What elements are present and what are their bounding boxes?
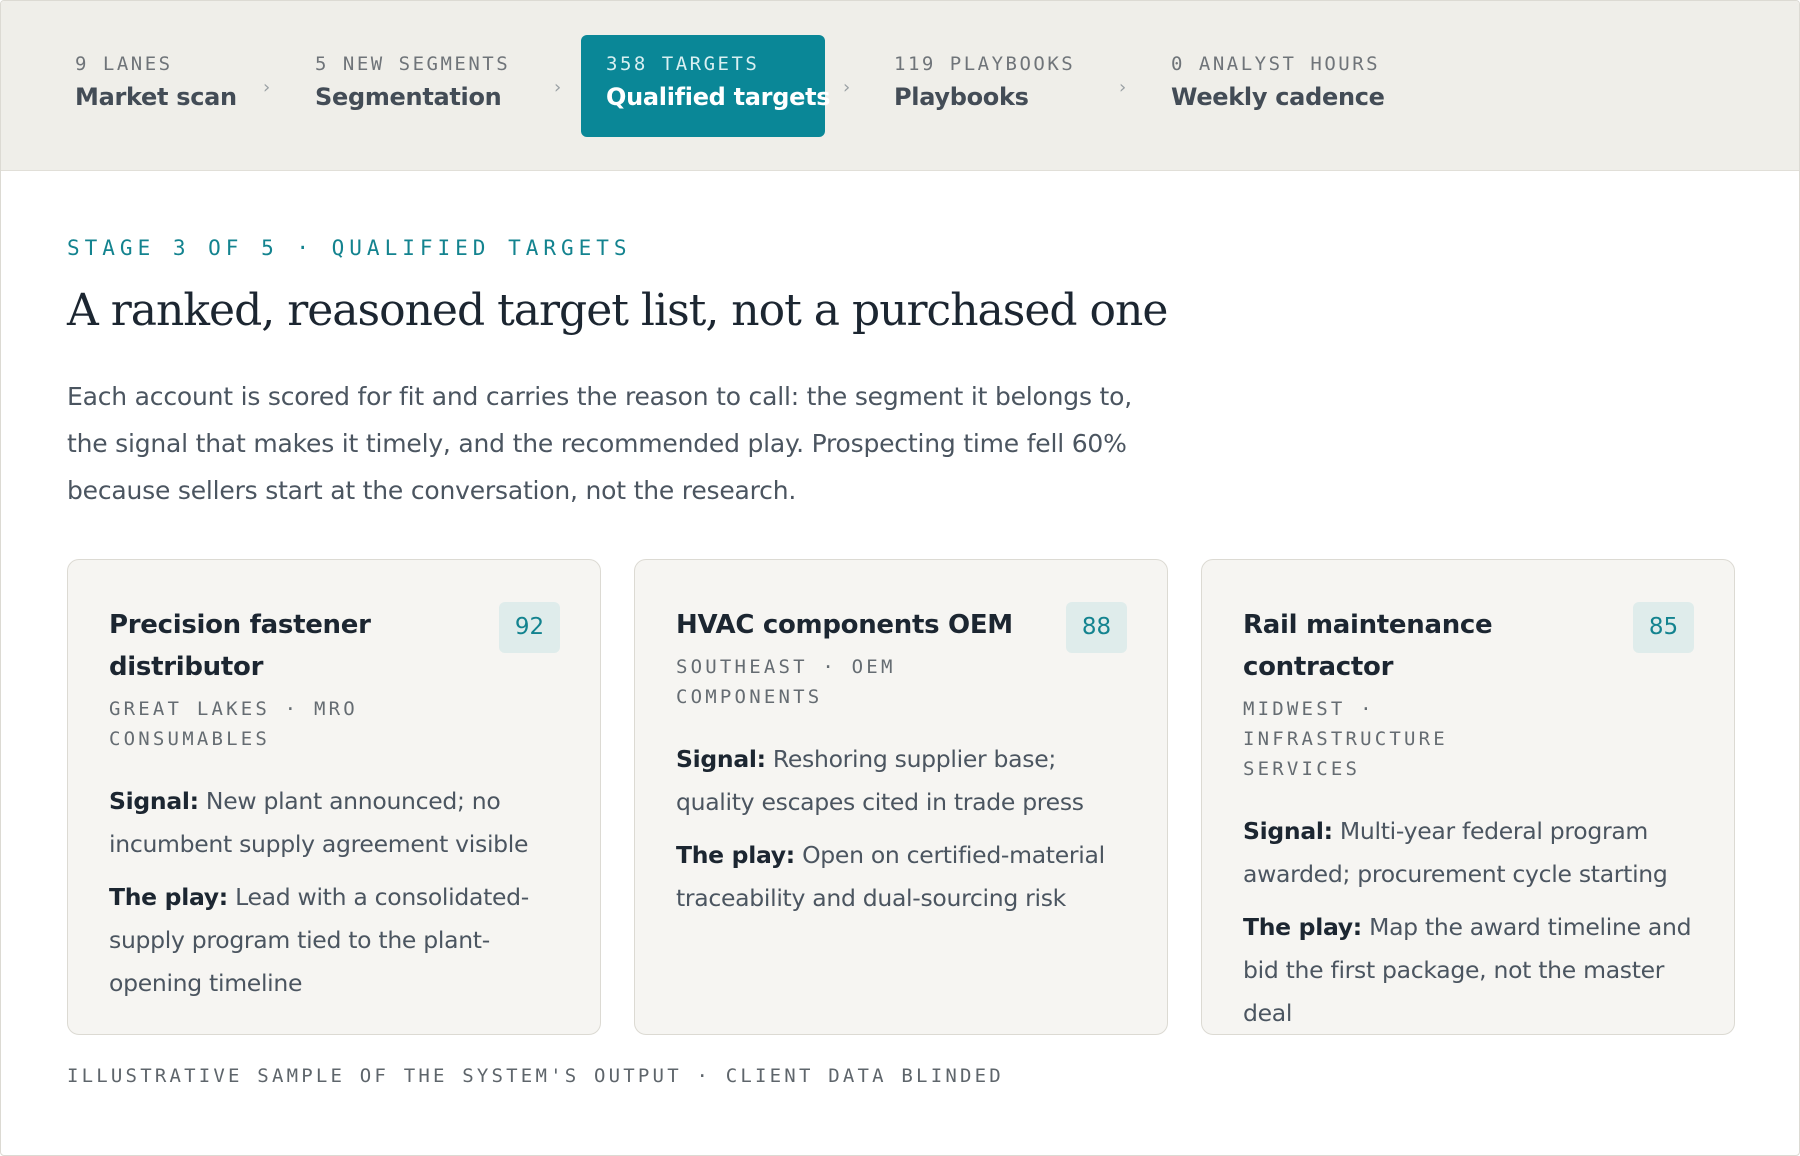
target-card-hvac[interactable]: 88 HVAC components OEM SOUTHEAST · OEM C…: [634, 559, 1168, 1035]
signal-line: New plant announced; no: [205, 787, 501, 815]
play-line: deal: [1243, 999, 1293, 1027]
signal-label: Signal:: [676, 745, 766, 773]
account-name: HVAC components OEM: [676, 604, 1056, 646]
description-line: the signal that makes it timely, and the…: [67, 429, 1127, 458]
stage-bar: 9 LANES Market scan › 5 NEW SEGMENTS Seg…: [1, 1, 1799, 171]
stage-label: Segmentation: [315, 83, 502, 111]
signal-text: Signal: New plant announced; no incumben…: [109, 780, 560, 866]
account-name-line: Rail maintenance contractor: [1243, 610, 1493, 682]
stage-label: Qualified targets: [606, 83, 831, 111]
chevron-right-icon: ›: [843, 77, 851, 98]
stage-label: Market scan: [75, 83, 237, 111]
segment-line: CONSUMABLES: [109, 728, 271, 750]
footnote: ILLUSTRATIVE SAMPLE OF THE SYSTEM'S OUTP…: [67, 1065, 1004, 1087]
play-label: The play:: [676, 841, 795, 869]
target-card-rail[interactable]: 85 Rail maintenance contractor MIDWEST ·…: [1201, 559, 1735, 1035]
target-card-fastener[interactable]: 92 Precision fastener distributor GREAT …: [67, 559, 601, 1035]
stage-count: 5 NEW SEGMENTS: [315, 53, 511, 75]
stage-eyebrow: STAGE 3 OF 5 · QUALIFIED TARGETS: [67, 236, 632, 260]
account-segment: SOUTHEAST · OEM COMPONENTS: [676, 652, 976, 712]
stage-count: 0 ANALYST HOURS: [1171, 53, 1381, 75]
signal-line: Multi-year federal program: [1339, 817, 1649, 845]
stage-label: Playbooks: [894, 83, 1029, 111]
fit-score-badge: 88: [1066, 602, 1127, 653]
segment-line: COMPONENTS: [676, 686, 823, 708]
stage-step-market-scan[interactable]: 9 LANES Market scan: [75, 35, 237, 137]
signal-line: quality escapes cited in trade press: [676, 788, 1084, 816]
play-text: The play: Lead with a consolidated- supp…: [109, 876, 560, 1005]
play-line: Lead with a consolidated-: [235, 883, 529, 911]
chevron-right-icon: ›: [1119, 77, 1127, 98]
account-segment: MIDWEST · INFRASTRUCTURE SERVICES: [1243, 694, 1543, 784]
page-description: Each account is scored for fit and carri…: [67, 373, 1207, 514]
page-frame: 9 LANES Market scan › 5 NEW SEGMENTS Seg…: [0, 0, 1800, 1156]
segment-line: SERVICES: [1243, 758, 1361, 780]
fit-score-badge: 92: [499, 602, 560, 653]
signal-line: awarded; procurement cycle starting: [1243, 860, 1668, 888]
stage-label: Weekly cadence: [1171, 83, 1385, 111]
page-title: A ranked, reasoned target list, not a pu…: [67, 285, 1168, 336]
play-line: traceability and dual-sourcing risk: [676, 884, 1066, 912]
segment-line: MIDWEST · INFRASTRUCTURE: [1243, 698, 1448, 750]
description-line: Each account is scored for fit and carri…: [67, 382, 1132, 411]
stage-step-segmentation[interactable]: 5 NEW SEGMENTS Segmentation: [315, 35, 510, 137]
signal-text: Signal: Multi-year federal program award…: [1243, 810, 1694, 896]
stage-step-playbooks[interactable]: 119 PLAYBOOKS Playbooks: [894, 35, 1075, 137]
play-label: The play:: [109, 883, 228, 911]
signal-line: Reshoring supplier base;: [772, 745, 1056, 773]
stage-count: 119 PLAYBOOKS: [894, 53, 1076, 75]
play-text: The play: Map the award timeline and bid…: [1243, 906, 1694, 1035]
description-line: because sellers start at the conversatio…: [67, 476, 797, 505]
account-name-line: HVAC components OEM: [676, 610, 1013, 640]
play-line: Open on certified-material: [802, 841, 1105, 869]
account-segment: GREAT LAKES · MRO CONSUMABLES: [109, 694, 409, 754]
stage-step-weekly-cadence[interactable]: 0 ANALYST HOURS Weekly cadence: [1171, 35, 1385, 137]
signal-text: Signal: Reshoring supplier base; quality…: [676, 738, 1127, 824]
chevron-right-icon: ›: [554, 77, 562, 98]
stage-count: 9 LANES: [75, 53, 173, 75]
play-text: The play: Open on certified-material tra…: [676, 834, 1127, 920]
play-line: supply program tied to the plant-: [109, 926, 490, 954]
segment-line: SOUTHEAST · OEM: [676, 656, 896, 678]
stage-count: 358 TARGETS: [606, 53, 760, 75]
account-name: Rail maintenance contractor: [1243, 604, 1623, 688]
signal-label: Signal:: [1243, 817, 1333, 845]
segment-line: GREAT LAKES · MRO: [109, 698, 358, 720]
play-line: Map the award timeline and: [1369, 913, 1692, 941]
signal-line: incumbent supply agreement visible: [109, 830, 529, 858]
play-label: The play:: [1243, 913, 1362, 941]
account-name: Precision fastener distributor: [109, 604, 489, 688]
account-name-line: distributor: [109, 652, 264, 682]
account-name-line: Precision fastener: [109, 610, 371, 640]
chevron-right-icon: ›: [263, 77, 271, 98]
fit-score-badge: 85: [1633, 602, 1694, 653]
stage-step-qualified-targets[interactable]: 358 TARGETS Qualified targets: [581, 35, 831, 137]
play-line: opening timeline: [109, 969, 303, 997]
play-line: bid the first package, not the master: [1243, 956, 1665, 984]
signal-label: Signal:: [109, 787, 199, 815]
